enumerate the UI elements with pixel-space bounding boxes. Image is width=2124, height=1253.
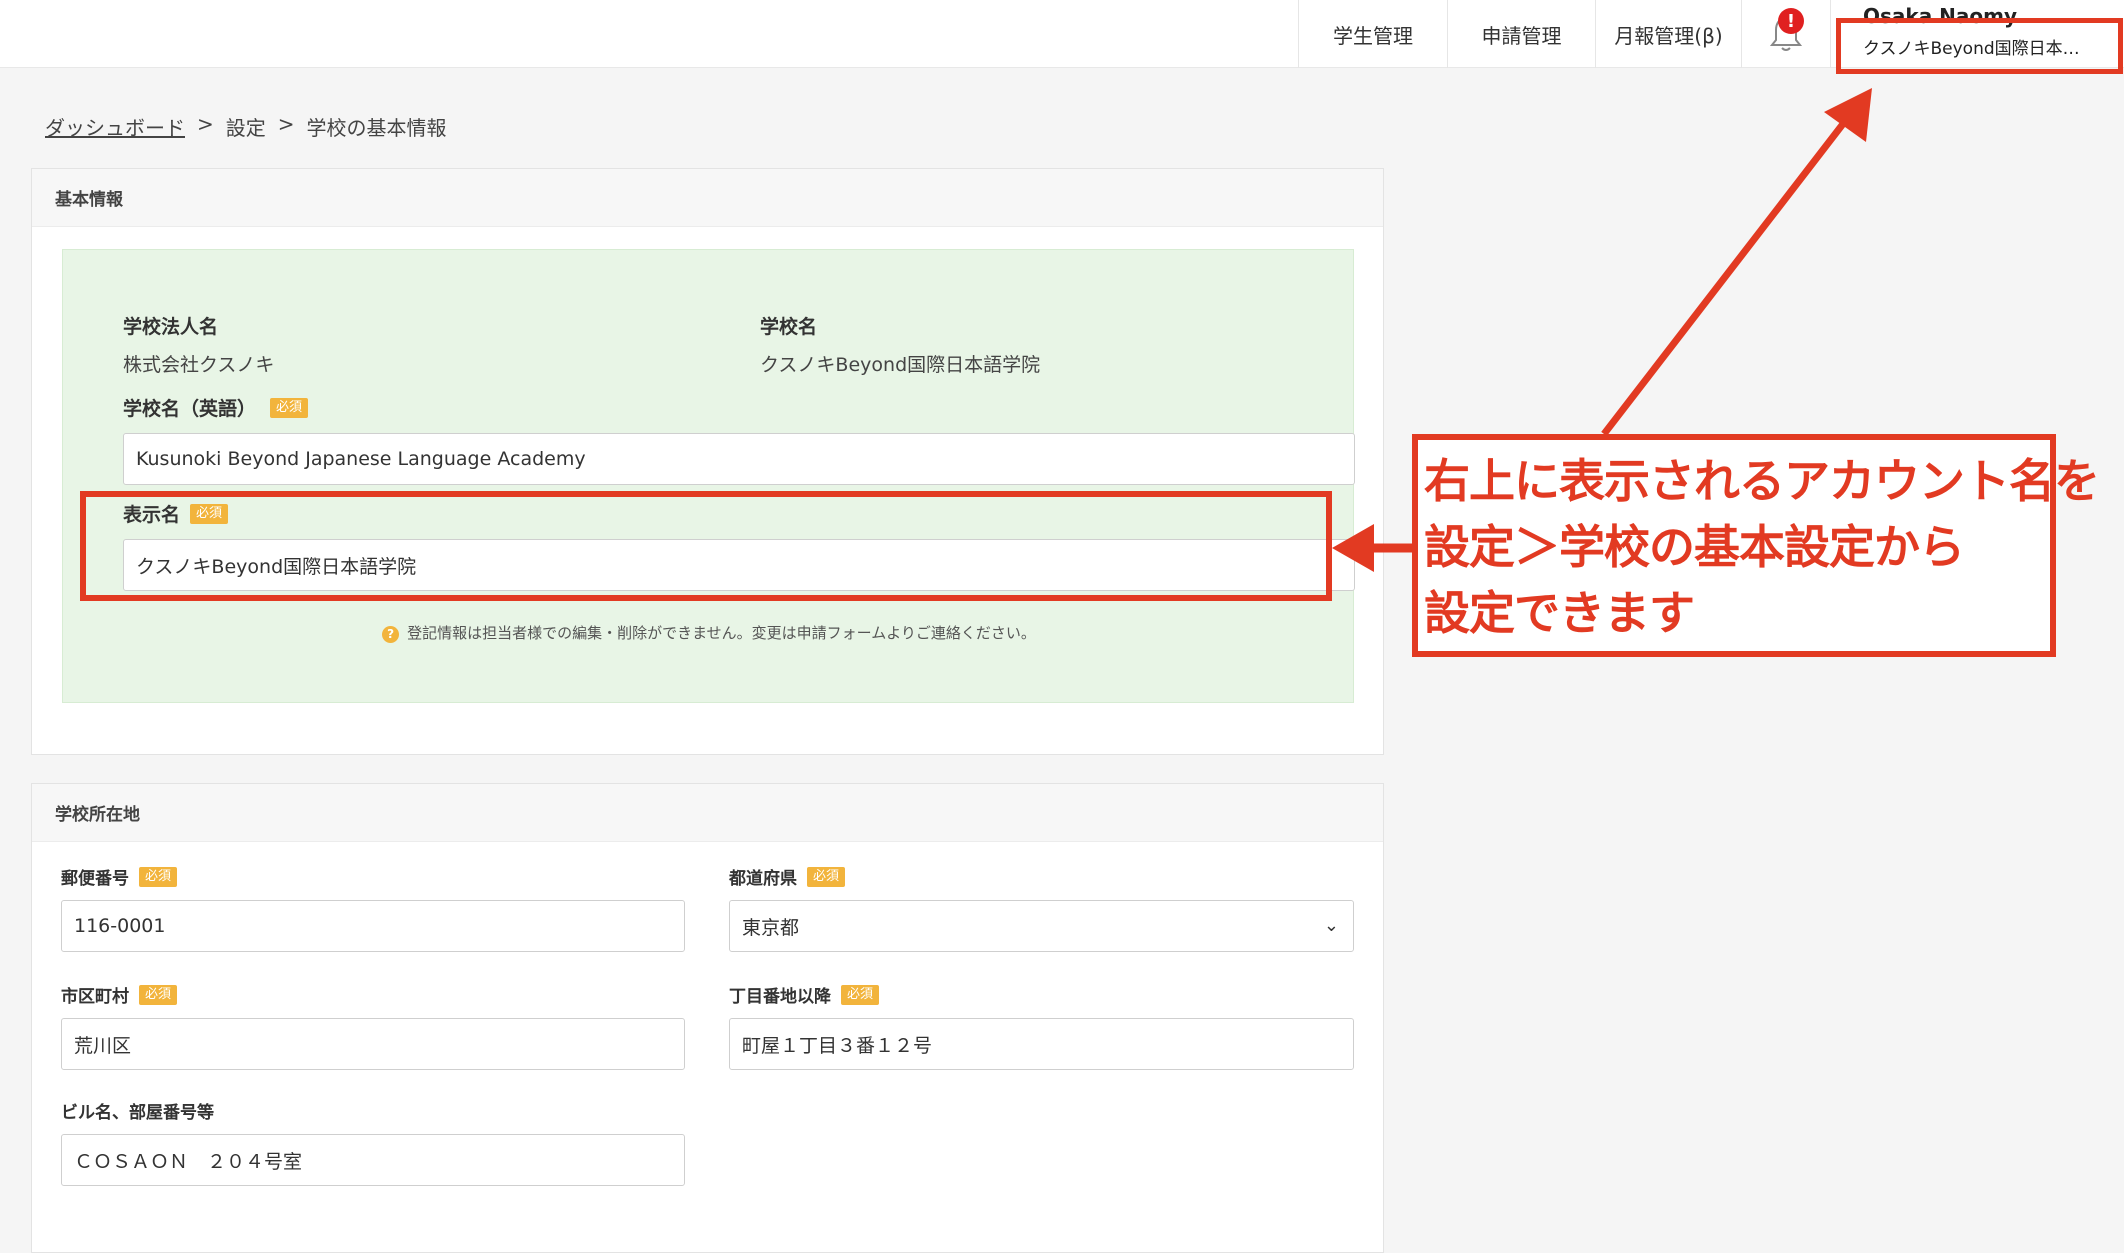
required-badge: 必須 <box>190 503 229 524</box>
top-navigation-bar: 学生管理 申請管理 月報管理(β) ! Osaka Naomy クスノキBeyo… <box>0 0 2124 68</box>
breadcrumb-settings: 設定 <box>225 116 266 140</box>
registration-notice: ? 登記情報は担当者様での編集・削除ができません。変更は申請フォームよりご連絡くだ… <box>63 622 1355 643</box>
nav-monthly-report-management[interactable]: 月報管理(β) <box>1595 0 1741 68</box>
nav-student-management[interactable]: 学生管理 <box>1298 0 1447 68</box>
basic-info-box: 学校法人名 株式会社クスノキ 学校名 クスノキBeyond国際日本語学院 学校名… <box>62 249 1355 703</box>
school-address-header: 学校所在地 <box>32 784 1383 842</box>
account-school-name: クスノキBeyond国際日本… <box>1863 39 2080 59</box>
chevron-down-icon: ⌄ <box>1323 915 1339 936</box>
corp-name-value: 株式会社クスノキ <box>123 354 275 376</box>
city-label: 市区町村 必須 <box>61 982 178 1007</box>
breadcrumb: ダッシュボード > 設定 > 学校の基本情報 <box>45 112 447 141</box>
basic-info-header: 基本情報 <box>32 169 1383 227</box>
street-input[interactable]: 町屋１丁目３番１２号 <box>729 1018 1354 1070</box>
school-name-label: 学校名 <box>760 316 818 338</box>
breadcrumb-current: 学校の基本情報 <box>306 116 447 140</box>
display-name-label: 表示名 必須 <box>123 500 229 527</box>
annotation-callout: 右上に表示されるアカウント名を 設定＞学校の基本設定から 設定できます <box>1412 434 2100 657</box>
city-input[interactable]: 荒川区 <box>61 1018 685 1070</box>
account-user-name: Osaka Naomy <box>1863 4 2018 28</box>
building-label: ビル名、部屋番号等 <box>61 1103 214 1123</box>
corp-name-label: 学校法人名 <box>123 316 219 338</box>
school-address-panel: 学校所在地 郵便番号 必須 116-0001 都道府県 必須 東京都 ⌄ 市区町… <box>31 783 1384 1253</box>
annotation-line-3: 設定できます <box>1424 586 1695 640</box>
alert-badge: ! <box>1778 8 1804 34</box>
building-input[interactable]: ＣＯＳＡＯＮ ２０４号室 <box>61 1134 685 1186</box>
school-name-value: クスノキBeyond国際日本語学院 <box>760 354 1041 376</box>
street-label: 丁目番地以降 必須 <box>729 982 880 1007</box>
registration-notice-text: 登記情報は担当者様での編集・削除ができません。変更は申請フォームよりご連絡くださ… <box>407 624 1036 642</box>
required-badge: 必須 <box>841 984 880 1005</box>
prefecture-label: 都道府県 必須 <box>729 864 846 889</box>
required-badge: 必須 <box>807 866 846 887</box>
basic-info-panel: 基本情報 学校法人名 株式会社クスノキ 学校名 クスノキBeyond国際日本語学… <box>31 168 1384 755</box>
arrowhead-up-icon <box>1824 88 1872 142</box>
nav-application-management[interactable]: 申請管理 <box>1447 0 1595 68</box>
prefecture-select[interactable]: 東京都 ⌄ <box>729 900 1354 952</box>
required-badge: 必須 <box>139 984 178 1005</box>
arrow-to-account <box>1601 117 1849 437</box>
annotation-line-1: 右上に表示されるアカウント名を <box>1424 454 2100 508</box>
breadcrumb-separator: > <box>277 112 295 136</box>
english-name-input[interactable]: Kusunoki Beyond Japanese Language Academ… <box>123 433 1355 485</box>
account-menu[interactable]: Osaka Naomy クスノキBeyond国際日本… <box>1830 0 2124 68</box>
required-badge: 必須 <box>139 866 178 887</box>
breadcrumb-dashboard-link[interactable]: ダッシュボード <box>45 112 185 141</box>
breadcrumb-separator: > <box>197 112 214 136</box>
english-name-label: 学校名（英語） 必須 <box>123 394 309 421</box>
annotation-line-2: 設定＞学校の基本設定から <box>1424 520 1965 574</box>
display-name-input[interactable]: クスノキBeyond国際日本語学院 <box>123 539 1355 591</box>
postal-code-input[interactable]: 116-0001 <box>61 900 685 952</box>
prefecture-selected-value: 東京都 <box>742 916 800 939</box>
postal-code-label: 郵便番号 必須 <box>61 864 178 889</box>
required-badge: 必須 <box>270 397 309 418</box>
help-icon: ? <box>382 626 400 643</box>
